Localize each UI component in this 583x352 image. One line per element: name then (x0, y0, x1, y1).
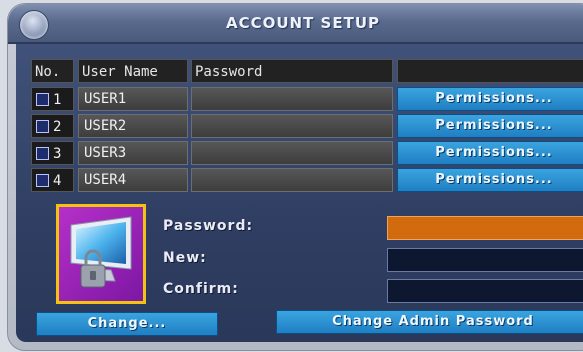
permissions-button[interactable]: Permissions... (397, 114, 583, 138)
new-password-input[interactable] (387, 248, 583, 272)
password-label: Password: (163, 218, 254, 234)
permissions-button[interactable]: Permissions... (397, 168, 583, 192)
row-number: 1 (53, 92, 62, 108)
table-row: 3 USER3 Permissions... (31, 141, 583, 165)
header-actions (397, 59, 583, 83)
username-field[interactable]: USER3 (78, 141, 188, 165)
user-enable-checkbox[interactable] (36, 174, 49, 187)
change-admin-password-button[interactable]: Change Admin Password (276, 310, 583, 334)
header-user-name: User Name (78, 59, 188, 83)
row-number: 3 (53, 146, 62, 162)
password-field[interactable] (191, 141, 393, 165)
header-no: No. (31, 59, 74, 83)
window-title: ACCOUNT SETUP (225, 14, 381, 32)
row-number-cell: 1 (31, 87, 74, 111)
title-bar: ACCOUNT SETUP (8, 4, 583, 44)
username-field[interactable]: USER2 (78, 114, 188, 138)
password-field[interactable] (191, 87, 393, 111)
window-body: No. User Name Password 1 USER1 Permissio… (16, 44, 583, 342)
row-number: 2 (53, 119, 62, 135)
permissions-button[interactable]: Permissions... (397, 141, 583, 165)
table-row: 2 USER2 Permissions... (31, 114, 583, 138)
locked-computer-icon (56, 204, 146, 304)
user-enable-checkbox[interactable] (36, 93, 49, 106)
row-number-cell: 3 (31, 141, 74, 165)
permissions-button[interactable]: Permissions... (397, 87, 583, 111)
password-field[interactable] (191, 168, 393, 192)
monitor-lock-icon (70, 216, 132, 288)
change-button[interactable]: Change... (36, 312, 218, 336)
user-enable-checkbox[interactable] (36, 147, 49, 160)
username-field[interactable]: USER1 (78, 87, 188, 111)
row-number-cell: 4 (31, 168, 74, 192)
header-password: Password (191, 59, 393, 83)
row-number: 4 (53, 173, 62, 189)
confirm-password-input[interactable] (387, 279, 583, 303)
table-row: 1 USER1 Permissions... (31, 87, 583, 111)
user-enable-checkbox[interactable] (36, 120, 49, 133)
table-row: 4 USER4 Permissions... (31, 168, 583, 192)
confirm-password-label: Confirm: (163, 281, 239, 297)
new-password-label: New: (163, 250, 207, 266)
account-setup-window: ACCOUNT SETUP No. User Name Password 1 U… (7, 3, 583, 351)
current-password-input[interactable] (387, 216, 583, 240)
username-field[interactable]: USER4 (78, 168, 188, 192)
password-field[interactable] (191, 114, 393, 138)
row-number-cell: 2 (31, 114, 74, 138)
